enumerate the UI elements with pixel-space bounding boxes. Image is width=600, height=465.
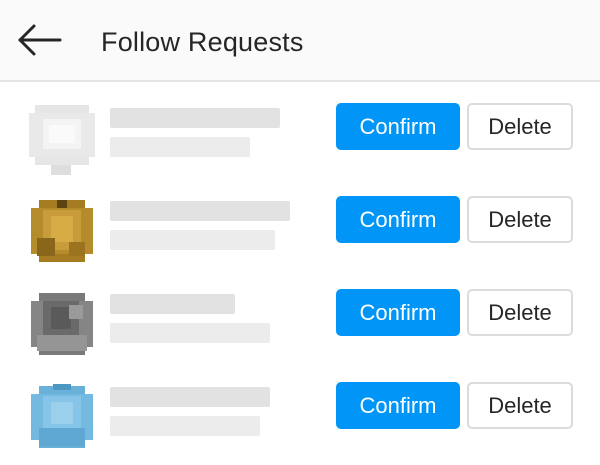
username-placeholder xyxy=(110,387,270,407)
username-placeholder xyxy=(110,294,235,314)
follow-request-row: Confirm Delete xyxy=(0,278,600,371)
fullname-placeholder xyxy=(110,416,260,436)
page-title: Follow Requests xyxy=(101,27,304,57)
follow-request-row: Confirm Delete xyxy=(0,371,600,464)
follow-request-row: Confirm Delete xyxy=(0,92,600,185)
username-placeholder xyxy=(110,108,280,128)
delete-button[interactable]: Delete xyxy=(467,382,573,429)
confirm-button[interactable]: Confirm xyxy=(336,103,460,150)
confirm-button[interactable]: Confirm xyxy=(336,382,460,429)
back-button[interactable] xyxy=(16,22,62,58)
fullname-placeholder xyxy=(110,230,275,250)
confirm-button[interactable]: Confirm xyxy=(336,289,460,336)
delete-button[interactable]: Delete xyxy=(467,196,573,243)
avatar[interactable] xyxy=(29,105,95,180)
confirm-button[interactable]: Confirm xyxy=(336,196,460,243)
fullname-placeholder xyxy=(110,137,250,157)
avatar[interactable] xyxy=(29,291,95,361)
delete-button[interactable]: Delete xyxy=(467,289,573,336)
delete-button[interactable]: Delete xyxy=(467,103,573,150)
avatar[interactable] xyxy=(29,384,95,454)
avatar[interactable] xyxy=(29,198,95,268)
app-header: Follow Requests xyxy=(0,0,600,82)
fullname-placeholder xyxy=(110,323,270,343)
arrow-left-icon xyxy=(18,24,62,56)
username-placeholder xyxy=(110,201,290,221)
follow-request-row: Confirm Delete xyxy=(0,185,600,278)
